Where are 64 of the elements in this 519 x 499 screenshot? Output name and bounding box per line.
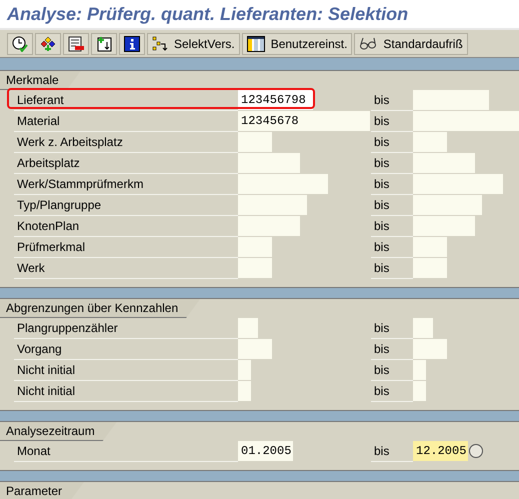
input-field[interactable] <box>413 174 503 194</box>
input-field[interactable] <box>413 195 482 215</box>
field-label: Monat <box>14 441 238 462</box>
input-field[interactable] <box>238 237 272 257</box>
input-field[interactable]: 12345678 <box>238 111 370 131</box>
field-label: Nicht initial <box>14 360 238 381</box>
toolbar-button[interactable]: Benutzereinst. <box>242 32 352 54</box>
field-label: Material <box>14 111 238 132</box>
toolbar-button[interactable]: SelektVers. <box>147 32 240 54</box>
group-title: Merkmale <box>0 71 81 90</box>
input-field[interactable]: 12.2005 <box>413 441 468 461</box>
clock-check-icon <box>12 36 28 52</box>
toolbar-icon-button[interactable] <box>7 32 33 54</box>
field-label: Werk z. Arbeitsplatz <box>14 132 238 153</box>
input-field[interactable] <box>238 339 272 359</box>
input-field[interactable] <box>413 132 447 152</box>
field-label: Plangruppenzähler <box>14 318 238 339</box>
glasses-icon <box>359 36 378 50</box>
group-title: Analysezeitraum <box>0 422 117 441</box>
group-title: Parameter <box>0 482 84 499</box>
input-field[interactable] <box>413 381 426 401</box>
toolbar-icon-button[interactable] <box>91 32 117 54</box>
field-label: Vorgang <box>14 339 238 360</box>
input-field[interactable] <box>238 153 300 173</box>
document-plus-icon <box>96 36 112 52</box>
input-field[interactable] <box>238 132 272 152</box>
toolbar-icon-button[interactable] <box>119 32 145 54</box>
input-field[interactable] <box>413 216 475 236</box>
field-label: Arbeitsplatz <box>14 153 238 174</box>
multiple-selection-button[interactable] <box>469 444 483 458</box>
toolbar-button[interactable]: Standardaufriß <box>354 32 468 54</box>
input-field[interactable] <box>238 381 251 401</box>
input-field[interactable] <box>413 360 426 380</box>
toolbar-icon-button[interactable] <box>63 32 89 54</box>
toolbar-icon-button[interactable] <box>35 32 61 54</box>
field-label: Werk <box>14 258 238 279</box>
input-field[interactable] <box>238 174 328 194</box>
nodes-icon <box>40 36 56 52</box>
window-title: Analyse: Prüferg. quant. Lieferanten: Selektion <box>7 4 408 24</box>
field-label: KnotenPlan <box>14 216 238 237</box>
input-field[interactable] <box>413 318 433 338</box>
input-field[interactable] <box>413 237 447 257</box>
info-icon <box>124 36 140 52</box>
input-field[interactable] <box>413 258 447 278</box>
input-field[interactable] <box>238 360 251 380</box>
field-label: Lieferant <box>14 90 238 111</box>
table-columns-icon <box>246 36 265 52</box>
input-field[interactable] <box>238 258 272 278</box>
input-field[interactable]: 01.2005 <box>238 441 293 461</box>
field-label: Typ/Plangruppe <box>14 195 238 216</box>
field-label: Werk/Stammprüfmerkm <box>14 174 238 195</box>
input-field[interactable] <box>413 90 489 110</box>
input-field[interactable] <box>413 339 447 359</box>
input-field[interactable] <box>238 195 307 215</box>
group-title: Abgrenzungen über Kennzahlen <box>0 299 200 318</box>
input-field[interactable] <box>413 111 519 131</box>
hierarchy-arrow-icon <box>152 36 168 52</box>
input-field[interactable] <box>238 318 258 338</box>
input-field[interactable] <box>413 153 475 173</box>
input-field[interactable] <box>238 216 300 236</box>
input-field[interactable]: 123456798 <box>238 90 313 110</box>
list-minus-icon <box>68 36 84 52</box>
field-label: Nicht initial <box>14 381 238 402</box>
field-label: Prüfmerkmal <box>14 237 238 258</box>
